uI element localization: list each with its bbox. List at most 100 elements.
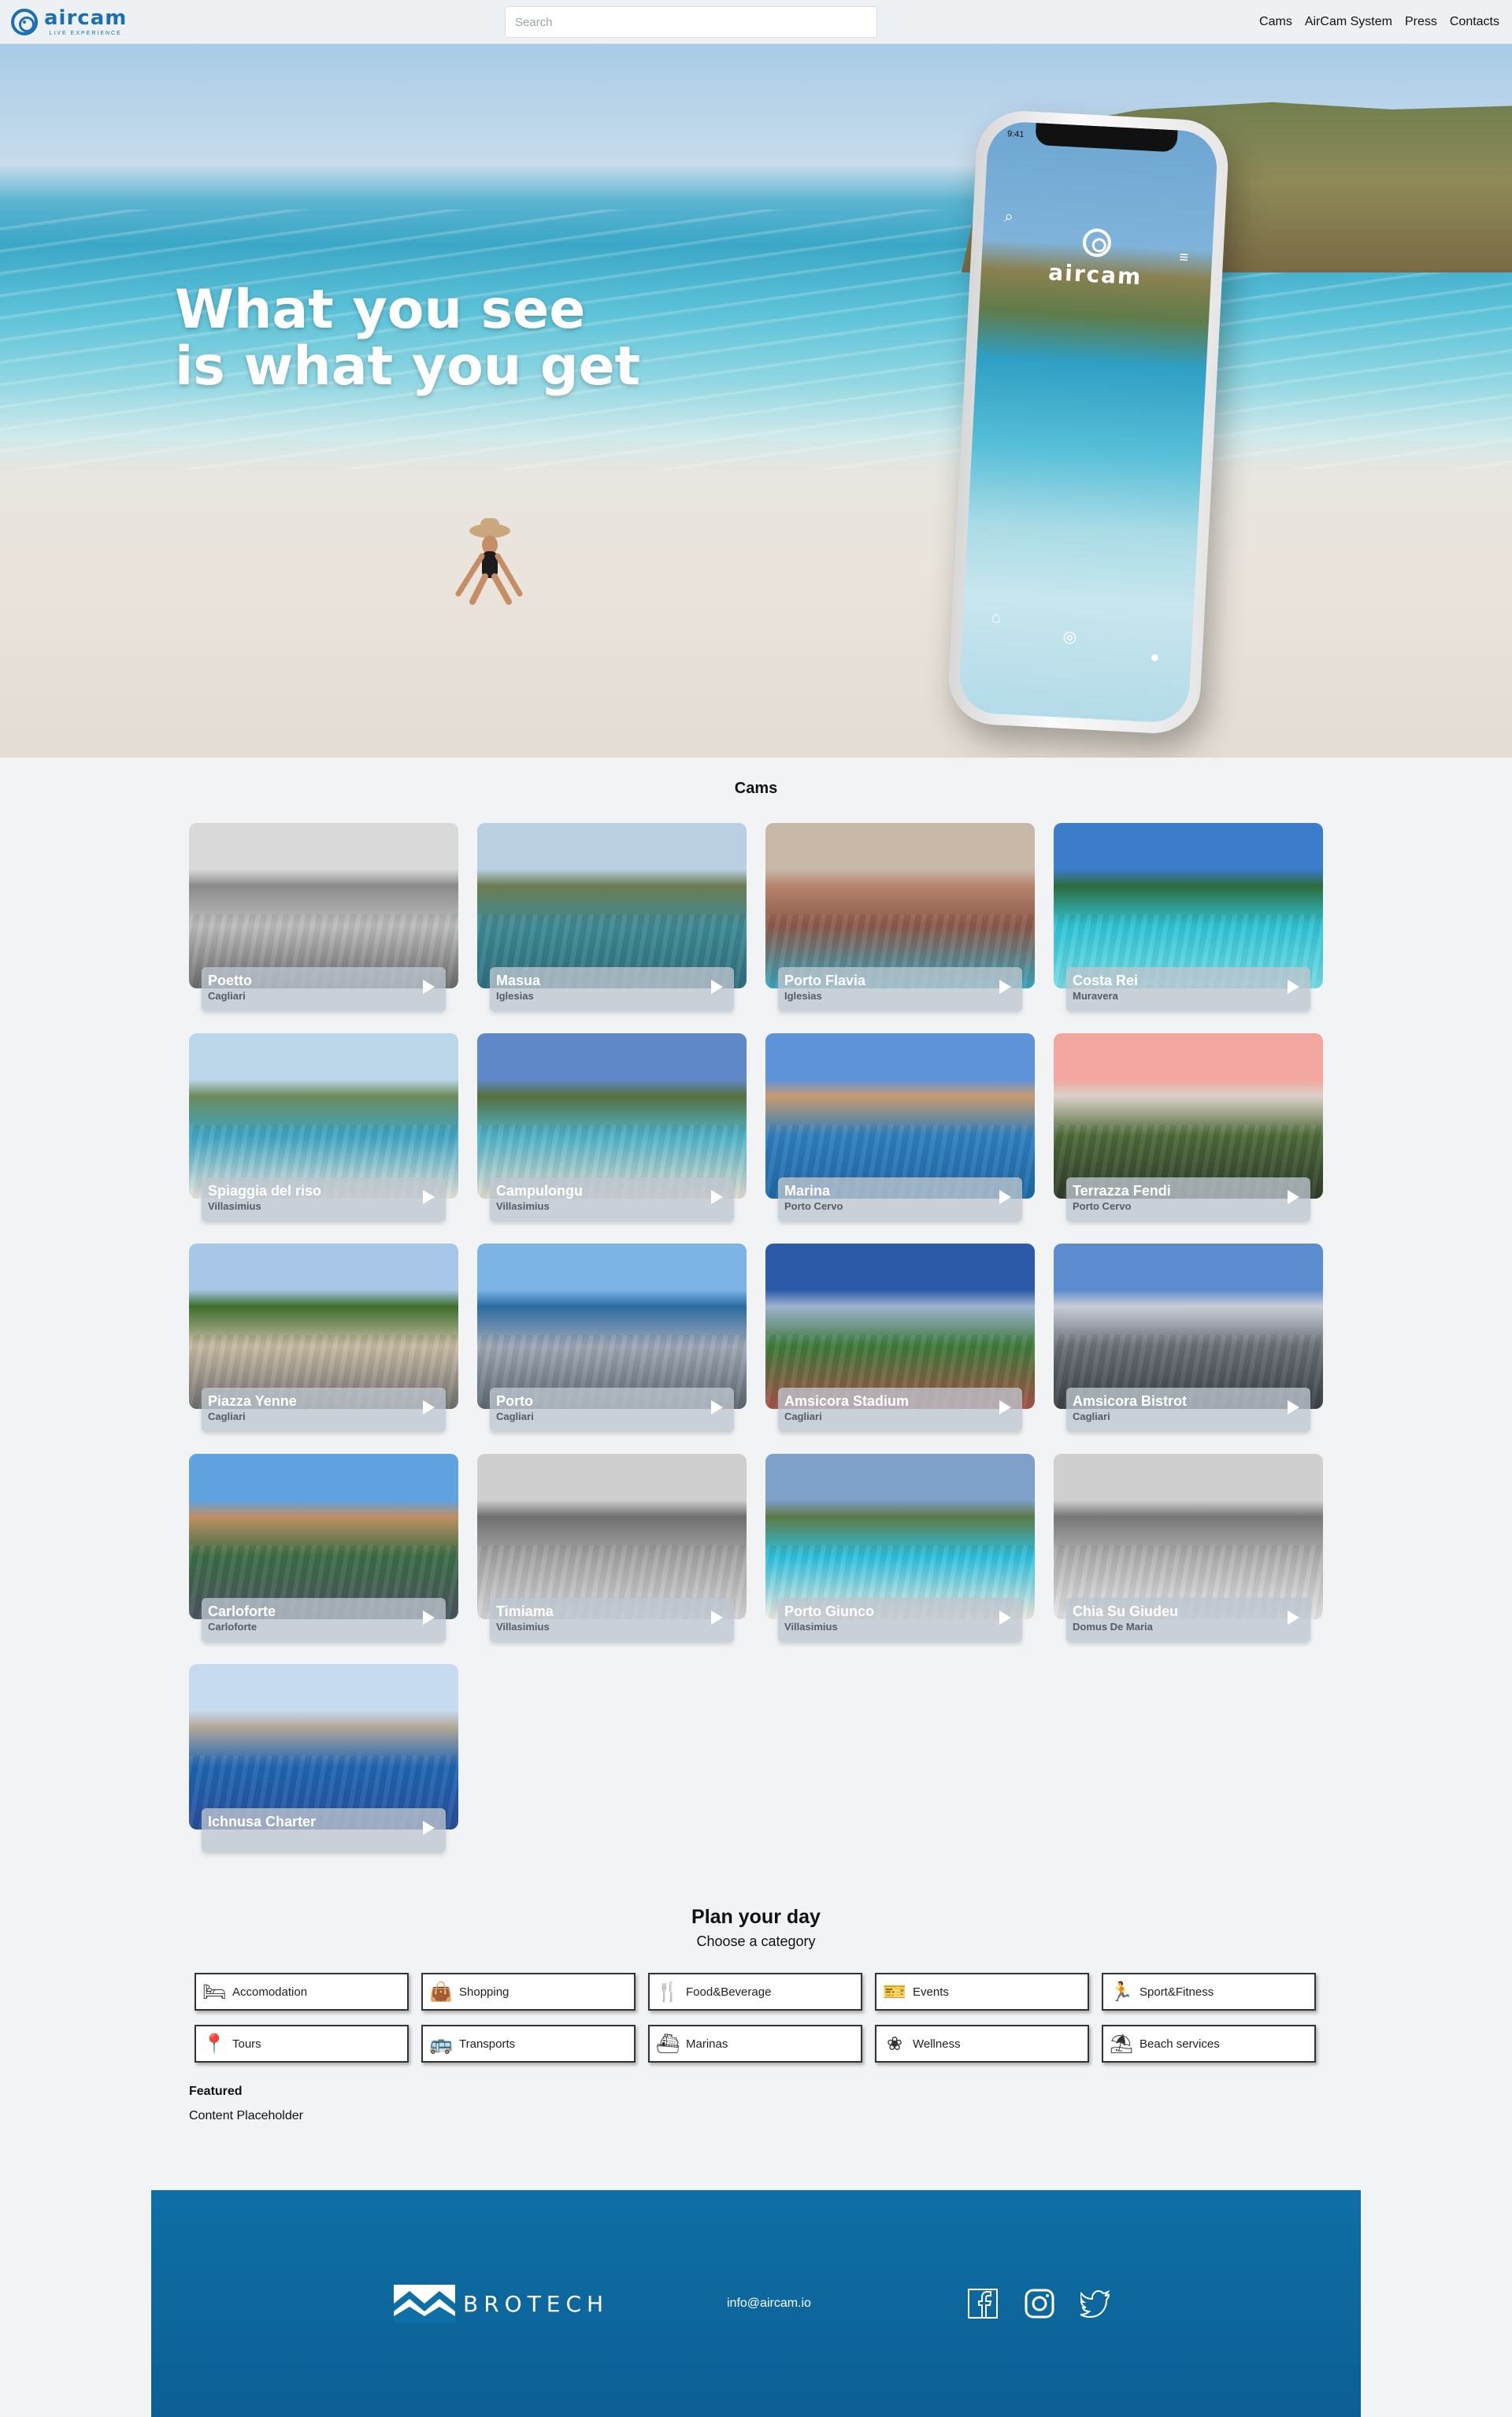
- category-label: Beach services: [1140, 2037, 1220, 2051]
- cam-info-bar: Porto Giunco Villasimius: [778, 1598, 1022, 1642]
- play-icon[interactable]: [1288, 1400, 1299, 1414]
- category-button-accomodation[interactable]: 🛏 Accomodation: [195, 1973, 409, 2011]
- cam-location: Cagliari: [208, 1411, 246, 1422]
- cam-card[interactable]: Piazza Yenne Cagliari: [189, 1244, 458, 1433]
- cam-card[interactable]: Porto Cagliari: [477, 1244, 747, 1433]
- cam-thumbnail[interactable]: [1054, 1033, 1323, 1199]
- footer-email-link[interactable]: info@aircam.io: [727, 2297, 811, 2311]
- play-icon[interactable]: [711, 980, 723, 994]
- cam-thumbnail[interactable]: [765, 1033, 1035, 1199]
- cam-name: Marina: [784, 1183, 831, 1199]
- play-icon[interactable]: [999, 1611, 1011, 1625]
- cam-card[interactable]: Porto Giunco Villasimius: [765, 1454, 1035, 1643]
- cam-thumbnail[interactable]: [189, 1033, 458, 1199]
- cam-location: Carloforte: [208, 1621, 258, 1633]
- category-button-transports[interactable]: 🚌 Transports: [421, 2025, 636, 2063]
- play-icon[interactable]: [999, 980, 1011, 994]
- cam-thumbnail[interactable]: [765, 1244, 1035, 1409]
- cam-name: Ichnusa Charter: [208, 1814, 317, 1829]
- cam-info-bar: Costa Rei Muravera: [1066, 967, 1310, 1011]
- shopping-bag-icon: 👜: [429, 1981, 453, 2003]
- category-button-tours[interactable]: 📍 Tours: [195, 2025, 409, 2063]
- cam-card[interactable]: Amsicora Stadium Cagliari: [765, 1244, 1035, 1433]
- play-icon[interactable]: [1288, 980, 1299, 994]
- cam-card[interactable]: Campulongu Villasimius: [477, 1033, 747, 1222]
- cam-card[interactable]: Spiaggia del riso Villasimius: [189, 1033, 458, 1222]
- play-icon[interactable]: [423, 1190, 435, 1204]
- aircam-logo-icon: [11, 9, 38, 35]
- nav-link-contacts[interactable]: Contacts: [1450, 15, 1499, 29]
- cam-location: Cagliari: [496, 1411, 534, 1422]
- category-button-wellness[interactable]: ❀ Wellness: [875, 2025, 1089, 2063]
- category-label: Food&Beverage: [686, 1985, 772, 1999]
- cam-card[interactable]: Masua Iglesias: [477, 823, 747, 1012]
- play-icon[interactable]: [1288, 1611, 1299, 1625]
- cam-name: Chia Su Giudeu: [1073, 1603, 1179, 1619]
- cam-card[interactable]: Carloforte Carloforte: [189, 1454, 458, 1643]
- cam-info-bar: Carloforte Carloforte: [202, 1598, 446, 1642]
- cam-location: Iglesias: [496, 990, 534, 1002]
- play-icon[interactable]: [711, 1400, 723, 1414]
- cam-info-bar: Masua Iglesias: [490, 967, 734, 1011]
- cam-card[interactable]: Timiama Villasimius: [477, 1454, 747, 1643]
- twitter-icon[interactable]: [1079, 2286, 1114, 2321]
- nav-link-cams[interactable]: Cams: [1259, 15, 1292, 29]
- cam-thumbnail[interactable]: [189, 1454, 458, 1619]
- cam-location: Villasimius: [784, 1621, 838, 1633]
- category-button-marinas[interactable]: ⛴ Marinas: [648, 2025, 862, 2063]
- nav-link-aircam-system[interactable]: AirCam System: [1305, 15, 1392, 29]
- hero-title-line1: What you see: [175, 279, 586, 341]
- cam-card[interactable]: Terrazza Fendi Porto Cervo: [1054, 1033, 1323, 1222]
- cam-location: Cagliari: [208, 990, 246, 1002]
- category-button-events[interactable]: 🎫 Events: [875, 1973, 1089, 2011]
- cam-card[interactable]: Poetto Cagliari: [189, 823, 458, 1012]
- cam-thumbnail[interactable]: [477, 823, 747, 988]
- category-label: Tours: [232, 2037, 261, 2051]
- hero-banner: What you see is what you get 9:41 ⌕ ≡ ai…: [0, 44, 1512, 758]
- cam-thumbnail[interactable]: [1054, 1454, 1323, 1619]
- cam-name: Masua: [496, 973, 541, 988]
- cam-card[interactable]: Marina Porto Cervo: [765, 1033, 1035, 1222]
- phone-live-cam-icon: ◎: [1062, 628, 1077, 647]
- cam-card[interactable]: Costa Rei Muravera: [1054, 823, 1323, 1012]
- play-icon[interactable]: [1288, 1190, 1299, 1204]
- play-icon[interactable]: [423, 1821, 435, 1835]
- play-icon[interactable]: [711, 1190, 723, 1204]
- play-icon[interactable]: [999, 1400, 1011, 1414]
- cam-thumbnail[interactable]: [1054, 1244, 1323, 1409]
- instagram-icon[interactable]: [1022, 2286, 1057, 2321]
- runner-icon: 🏃: [1110, 1981, 1133, 2003]
- cam-thumbnail[interactable]: [765, 1454, 1035, 1619]
- cam-thumbnail[interactable]: [765, 823, 1035, 988]
- cam-info-bar: Ichnusa Charter: [202, 1808, 446, 1852]
- category-button-food-beverage[interactable]: 🍴 Food&Beverage: [648, 1973, 862, 2011]
- cam-thumbnail[interactable]: [477, 1454, 747, 1619]
- cam-thumbnail[interactable]: [1054, 823, 1323, 988]
- category-button-beach-services[interactable]: ⛱ Beach services: [1102, 2025, 1316, 2063]
- aircam-logo[interactable]: aircam LIVE EXPERIENCE: [11, 8, 127, 36]
- cam-thumbnail[interactable]: [189, 1664, 458, 1829]
- search-input[interactable]: [505, 6, 877, 38]
- nav-link-press[interactable]: Press: [1405, 15, 1437, 29]
- cam-card[interactable]: Porto Flavia Iglesias: [765, 823, 1035, 1012]
- bus-icon: 🚌: [429, 2033, 453, 2055]
- play-icon[interactable]: [711, 1611, 723, 1625]
- category-button-shopping[interactable]: 👜 Shopping: [421, 1973, 636, 2011]
- cam-card[interactable]: Amsicora Bistrot Cagliari: [1054, 1244, 1323, 1433]
- play-icon[interactable]: [999, 1190, 1011, 1204]
- cutlery-icon: 🍴: [656, 1981, 680, 2003]
- brotech-logo[interactable]: BROTECH: [394, 2285, 609, 2322]
- cam-name: Costa Rei: [1073, 973, 1139, 988]
- play-icon[interactable]: [423, 980, 435, 994]
- cam-thumbnail[interactable]: [477, 1244, 747, 1409]
- play-icon[interactable]: [423, 1400, 435, 1414]
- cam-card[interactable]: Chia Su Giudeu Domus De Maria: [1054, 1454, 1323, 1643]
- play-icon[interactable]: [423, 1611, 435, 1625]
- facebook-icon[interactable]: [965, 2286, 1000, 2321]
- cam-thumbnail[interactable]: [189, 823, 458, 988]
- category-button-sport-fitness[interactable]: 🏃 Sport&Fitness: [1102, 1973, 1316, 2011]
- cam-thumbnail[interactable]: [189, 1244, 458, 1409]
- cam-thumbnail[interactable]: [477, 1033, 747, 1199]
- featured-title: Featured: [189, 2085, 243, 2098]
- cam-card[interactable]: Ichnusa Charter: [189, 1664, 458, 1853]
